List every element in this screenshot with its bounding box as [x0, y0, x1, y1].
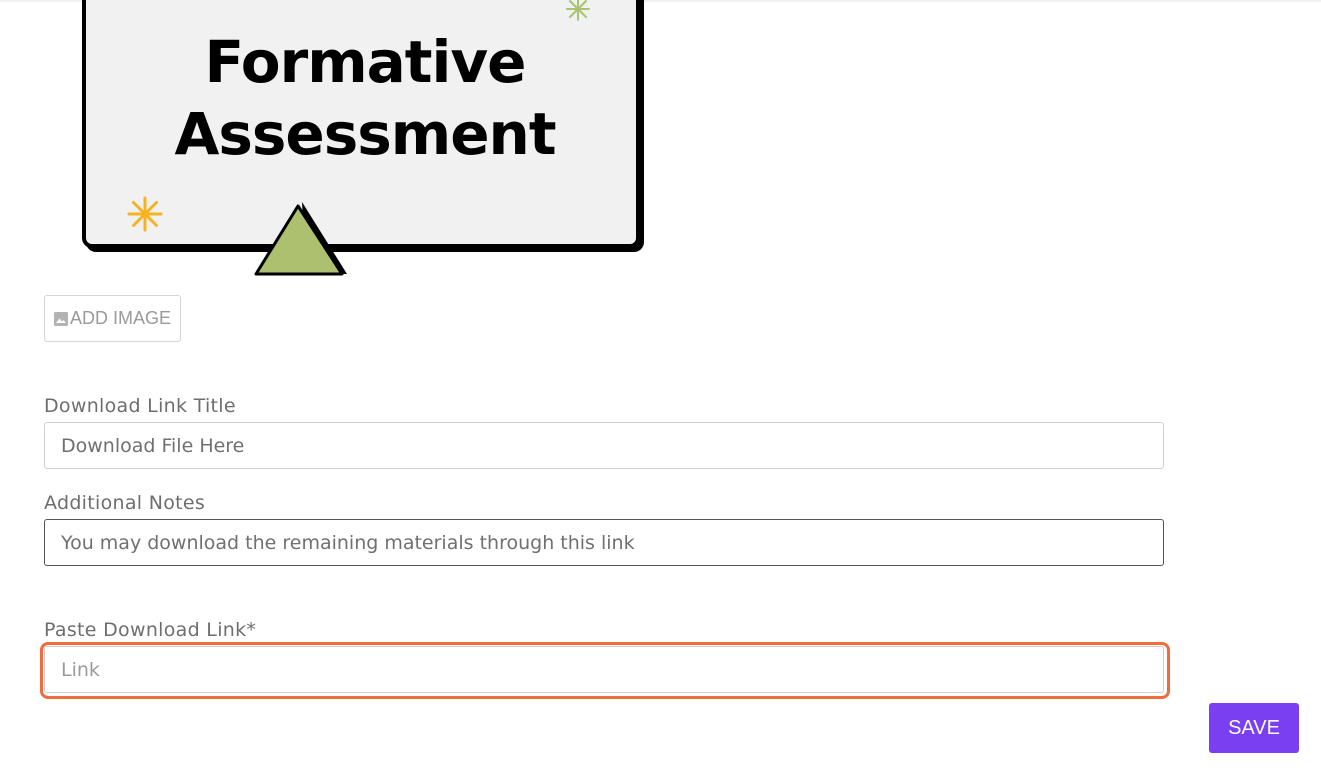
image-icon: [53, 311, 68, 326]
banner-title-line1: Formative: [204, 28, 526, 96]
additional-notes-label: Additional Notes: [44, 492, 206, 514]
save-button[interactable]: SAVE: [1209, 703, 1299, 753]
add-image-label: ADD IMAGE: [69, 308, 171, 328]
download-title-input[interactable]: [44, 422, 1164, 469]
download-link-input[interactable]: [44, 646, 1164, 693]
orange-star-icon: [127, 196, 163, 232]
download-title-label: Download Link Title: [44, 395, 236, 417]
banner-title: Formative Assessment: [80, 26, 650, 170]
download-link-label: Paste Download Link*: [44, 619, 257, 641]
additional-notes-input[interactable]: [44, 519, 1164, 566]
banner-title-line2: Assessment: [174, 100, 556, 168]
triangle-shape: [254, 202, 347, 276]
add-image-button[interactable]: ADD IMAGE: [44, 295, 181, 342]
page: Formative Assessment ADD IMAGE Download …: [0, 0, 1321, 781]
banner-image: Formative Assessment: [80, 0, 650, 276]
green-star-icon: [566, 0, 590, 21]
